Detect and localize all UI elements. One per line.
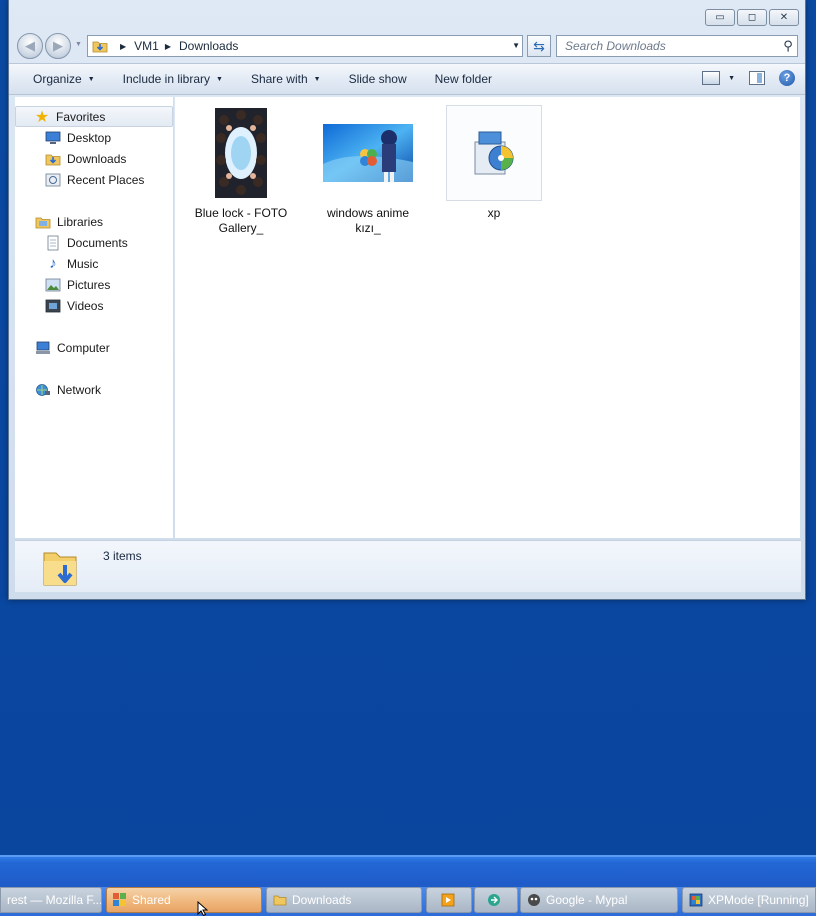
change-view-button[interactable]: ▼ (702, 71, 735, 85)
file-item-xp[interactable]: xp (446, 105, 542, 221)
search-box[interactable]: ⚲ (556, 35, 798, 57)
music-icon: ♪ (49, 255, 57, 272)
item-count: 3 items (103, 549, 142, 563)
file-name: kızı_ (355, 221, 381, 235)
nav-favorites[interactable]: ★ Favorites (15, 106, 173, 127)
nav-libraries[interactable]: Libraries (15, 211, 173, 232)
mouse-pointer-icon (197, 901, 208, 916)
file-item-blue-lock[interactable]: Blue lock - FOTO Gallery_ (193, 105, 289, 236)
chevron-down-icon: ▼ (728, 74, 735, 82)
navigation-bar: ◀ ▶ ▼ ▶ VM1 ▶ Downloads ▼ ⇆ ⚲ (9, 32, 805, 60)
breadcrumb: ▶ VM1 ▶ Downloads (114, 39, 238, 53)
pictures-icon (45, 277, 61, 293)
media-player-icon (441, 893, 455, 907)
back-arrow-icon: ◀ (25, 38, 35, 53)
nav-pictures[interactable]: Pictures (15, 274, 173, 295)
help-icon[interactable]: ? (779, 70, 795, 86)
nav-recent-places[interactable]: Recent Places (15, 169, 173, 190)
organize-menu[interactable]: Organize ▼ (21, 72, 107, 86)
windows-flag-icon (113, 893, 126, 906)
nav-documents[interactable]: Documents (15, 232, 173, 253)
command-bar: Organize ▼ Include in library ▼ Share with… (9, 63, 805, 95)
file-name: windows anime (326, 206, 410, 220)
desktop-icon (45, 130, 61, 146)
nav-network[interactable]: Network (15, 379, 173, 400)
details-pane: 3 items (15, 540, 801, 592)
minimize-button[interactable]: ▭ (705, 9, 735, 26)
breadcrumb-separator-icon[interactable]: ▶ (165, 42, 171, 51)
file-name: Blue lock - FOTO (194, 206, 288, 220)
address-bar[interactable]: ▶ VM1 ▶ Downloads ▼ (87, 35, 523, 57)
recent-pages-dropdown[interactable]: ▼ (75, 41, 82, 48)
chevron-down-icon: ▼ (313, 75, 321, 83)
recent-places-icon (45, 172, 61, 188)
nav-desktop[interactable]: Desktop (15, 127, 173, 148)
virtual-pc-icon (689, 893, 703, 907)
breadcrumb-separator-icon[interactable]: ▶ (120, 42, 126, 51)
preview-pane-icon[interactable] (749, 71, 765, 85)
refresh-button[interactable]: ⇆ (527, 35, 551, 57)
window-controls: ▭ ◻ ✕ (705, 9, 799, 26)
slide-show-button[interactable]: Slide show (337, 72, 419, 86)
downloads-folder-icon (92, 41, 108, 53)
taskbar-button-xpmode[interactable]: XPMode [Running] (682, 887, 816, 913)
network-icon (35, 382, 51, 398)
taskbar-button-app[interactable] (474, 887, 518, 913)
search-icon[interactable]: ⚲ (779, 38, 797, 54)
nav-computer[interactable]: Computer (15, 337, 173, 358)
nav-music[interactable]: ♪ Music (15, 253, 173, 274)
back-button[interactable]: ◀ (17, 33, 43, 59)
chevron-down-icon: ▼ (87, 75, 95, 83)
chevron-down-icon: ▼ (216, 75, 223, 83)
explorer-window: ▭ ◻ ✕ ◀ ▶ ▼ ▶ VM1 ▶ Downloads ▼ ⇆ ⚲ (8, 0, 806, 600)
forward-arrow-icon: ▶ (53, 38, 63, 53)
new-folder-button[interactable]: New folder (423, 72, 504, 86)
file-list: Blue lock - FOTO Gallery_ windows anime … (175, 97, 800, 538)
videos-icon (45, 298, 61, 314)
view-options-icon (702, 71, 721, 85)
file-name: xp (487, 206, 501, 220)
mypal-browser-icon (528, 894, 540, 906)
nav-downloads[interactable]: Downloads (15, 148, 173, 169)
downloads-folder-icon (43, 552, 77, 586)
forward-button[interactable]: ▶ (45, 33, 71, 59)
computer-icon (35, 340, 51, 356)
close-button[interactable]: ✕ (769, 9, 799, 26)
downloads-folder-icon (45, 151, 61, 167)
landscape-image-thumbnail (323, 124, 413, 182)
star-icon: ★ (34, 108, 50, 126)
taskbar-button-shared[interactable]: Shared (106, 887, 262, 913)
search-input[interactable] (557, 37, 779, 55)
nav-videos[interactable]: Videos (15, 295, 173, 316)
breadcrumb-vm1[interactable]: VM1 (134, 39, 159, 53)
refresh-icon: ⇆ (533, 37, 545, 54)
address-history-dropdown-icon[interactable]: ▼ (512, 41, 520, 50)
navigation-pane: ★ Favorites Desktop Downloads Recent Pla… (15, 97, 174, 538)
documents-icon (45, 235, 61, 251)
file-item-windows-anime[interactable]: windows anime kızı_ (320, 105, 416, 236)
taskbar-button-mypal[interactable]: Google - Mypal (520, 887, 678, 913)
maximize-button[interactable]: ◻ (737, 9, 767, 26)
libraries-icon (35, 214, 51, 230)
file-name: Gallery_ (218, 221, 264, 235)
folder-icon (273, 895, 287, 906)
portrait-image-thumbnail (215, 108, 267, 198)
taskbar-button-downloads[interactable]: Downloads (266, 887, 422, 913)
taskbar-button-media-player[interactable] (426, 887, 472, 913)
installer-icon (474, 131, 514, 175)
taskbar-button-firefox[interactable]: rest — Mozilla F... (0, 887, 102, 913)
include-in-library-menu[interactable]: Include in library ▼ (111, 72, 235, 86)
app-icon (488, 894, 500, 906)
breadcrumb-downloads[interactable]: Downloads (179, 39, 238, 53)
share-with-menu[interactable]: Share with ▼ (239, 72, 333, 86)
